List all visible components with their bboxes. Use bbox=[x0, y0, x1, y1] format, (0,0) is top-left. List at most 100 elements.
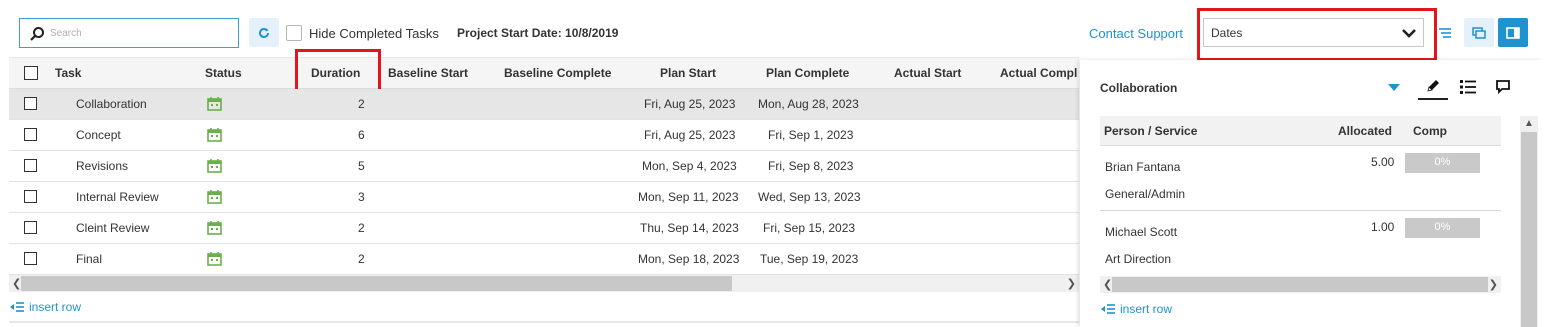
column-header-complete: Comp bbox=[1413, 124, 1447, 138]
insert-row-label: insert row bbox=[29, 300, 82, 314]
row-checkbox[interactable] bbox=[24, 221, 37, 234]
column-header-actual-complete[interactable]: Actual Compl bbox=[1000, 66, 1077, 80]
duration-cell[interactable]: 5 bbox=[358, 159, 365, 173]
column-header-baseline-start[interactable]: Baseline Start bbox=[388, 66, 468, 80]
refresh-button[interactable] bbox=[249, 18, 279, 47]
completion-value: 0% bbox=[1434, 156, 1451, 168]
grid-header: Task Status Duration Baseline Start Base… bbox=[9, 57, 1079, 89]
plan-complete-cell[interactable]: Fri, Sep 15, 2023 bbox=[763, 221, 855, 235]
filter-button[interactable] bbox=[1430, 18, 1460, 47]
table-row[interactable]: Collaboration 2 Fri, Aug 25, 2023 Mon, A… bbox=[9, 89, 1079, 120]
duration-cell[interactable]: 3 bbox=[358, 190, 365, 204]
plan-complete-cell[interactable]: Tue, Sep 19, 2023 bbox=[760, 252, 858, 266]
service-name: General/Admin bbox=[1105, 187, 1186, 201]
panel-title: Collaboration bbox=[1100, 81, 1178, 95]
task-name[interactable]: Cleint Review bbox=[76, 221, 149, 235]
panel-icon bbox=[1506, 26, 1520, 39]
tab-comments[interactable] bbox=[1488, 74, 1518, 100]
tab-list[interactable] bbox=[1453, 74, 1483, 100]
person-name: Michael Scott bbox=[1105, 225, 1178, 239]
search-field[interactable] bbox=[19, 18, 239, 48]
task-name[interactable]: Internal Review bbox=[76, 190, 159, 204]
tab-edit[interactable] bbox=[1418, 74, 1448, 100]
project-start-date: Project Start Date: 10/8/2019 bbox=[457, 26, 619, 40]
service-name: Art Direction bbox=[1105, 252, 1172, 266]
hide-completed-label: Hide Completed Tasks bbox=[309, 26, 439, 41]
task-name[interactable]: Final bbox=[76, 252, 102, 266]
column-header-status[interactable]: Status bbox=[205, 66, 242, 80]
plan-start-cell[interactable]: Thu, Sep 14, 2023 bbox=[640, 221, 739, 235]
windows-icon bbox=[1472, 26, 1486, 39]
panel-vertical-scrollbar[interactable]: ▲ bbox=[1520, 116, 1538, 327]
row-checkbox[interactable] bbox=[24, 190, 37, 203]
select-all-checkbox[interactable] bbox=[24, 66, 38, 80]
table-row[interactable]: Cleint Review 2 Thu, Sep 14, 2023 Fri, S… bbox=[9, 213, 1079, 244]
column-header-actual-start[interactable]: Actual Start bbox=[894, 66, 961, 80]
allocation-table-header: Person / Service Allocated Comp bbox=[1100, 116, 1501, 146]
plan-complete-cell[interactable]: Mon, Aug 28, 2023 bbox=[758, 97, 859, 111]
hide-completed-checkbox[interactable] bbox=[286, 25, 302, 41]
search-input[interactable] bbox=[50, 23, 230, 43]
plan-start-cell[interactable]: Mon, Sep 11, 2023 bbox=[638, 190, 739, 204]
plan-complete-cell[interactable]: Fri, Sep 1, 2023 bbox=[768, 128, 853, 142]
contact-support-link[interactable]: Contact Support bbox=[1089, 26, 1183, 41]
scroll-right-icon[interactable]: ❯ bbox=[1489, 278, 1498, 291]
row-checkbox[interactable] bbox=[24, 97, 37, 110]
column-header-person: Person / Service bbox=[1104, 124, 1198, 138]
divider bbox=[9, 321, 1079, 323]
duration-cell[interactable]: 2 bbox=[358, 97, 365, 111]
table-row[interactable]: Final 2 Mon, Sep 18, 2023 Tue, Sep 19, 2… bbox=[9, 244, 1079, 275]
row-checkbox[interactable] bbox=[24, 128, 37, 141]
side-panel-toggle-button[interactable] bbox=[1498, 18, 1528, 47]
scroll-left-icon[interactable]: ❮ bbox=[12, 277, 21, 290]
allocation-row[interactable]: Brian Fantana General/Admin 5.00 0% bbox=[1100, 147, 1501, 211]
allocated-value[interactable]: 1.00 bbox=[1371, 220, 1394, 234]
plan-start-cell[interactable]: Mon, Sep 4, 2023 bbox=[642, 159, 737, 173]
scroll-up-icon[interactable]: ▲ bbox=[1524, 118, 1534, 129]
plan-start-cell[interactable]: Fri, Aug 25, 2023 bbox=[644, 128, 735, 142]
scroll-left-icon[interactable]: ❮ bbox=[1103, 278, 1112, 291]
plan-complete-cell[interactable]: Fri, Sep 8, 2023 bbox=[768, 159, 853, 173]
column-header-plan-start[interactable]: Plan Start bbox=[660, 66, 716, 80]
allocated-value[interactable]: 5.00 bbox=[1371, 155, 1394, 169]
row-checkbox[interactable] bbox=[24, 159, 37, 172]
calendar-status-icon bbox=[207, 97, 222, 111]
scrollbar-thumb[interactable] bbox=[1112, 277, 1488, 292]
calendar-status-icon bbox=[207, 128, 222, 142]
comment-icon bbox=[1496, 80, 1510, 95]
completion-value: 0% bbox=[1434, 221, 1451, 233]
row-checkbox[interactable] bbox=[24, 252, 37, 265]
plan-start-cell[interactable]: Mon, Sep 18, 2023 bbox=[638, 252, 739, 266]
person-name: Brian Fantana bbox=[1105, 160, 1181, 174]
scroll-right-icon[interactable]: ❯ bbox=[1067, 277, 1076, 290]
highlight-box-dates bbox=[1197, 8, 1437, 61]
plan-start-cell[interactable]: Fri, Aug 25, 2023 bbox=[644, 97, 735, 111]
scrollbar-thumb[interactable] bbox=[1521, 132, 1537, 327]
task-name[interactable]: Concept bbox=[76, 128, 121, 142]
task-name[interactable]: Revisions bbox=[76, 159, 128, 173]
plan-complete-cell[interactable]: Wed, Sep 13, 2023 bbox=[758, 190, 861, 204]
completion-bar: 0% bbox=[1405, 218, 1480, 238]
column-header-task[interactable]: Task bbox=[55, 66, 81, 80]
task-detail-panel: Collaboration Person / Service Allocated… bbox=[1080, 60, 1544, 327]
list-icon bbox=[1460, 80, 1476, 94]
column-header-baseline-complete[interactable]: Baseline Complete bbox=[504, 66, 611, 80]
panel-insert-row-link[interactable]: insert row bbox=[1100, 302, 1172, 316]
table-row[interactable]: Revisions 5 Mon, Sep 4, 2023 Fri, Sep 8,… bbox=[9, 151, 1079, 182]
grid-horizontal-scrollbar[interactable]: ❮ ❯ bbox=[9, 275, 1079, 292]
insert-row-label: insert row bbox=[1120, 302, 1173, 316]
duration-cell[interactable]: 2 bbox=[358, 221, 365, 235]
duration-cell[interactable]: 6 bbox=[358, 128, 365, 142]
table-row[interactable]: Concept 6 Fri, Aug 25, 2023 Fri, Sep 1, … bbox=[9, 120, 1079, 151]
scrollbar-thumb[interactable] bbox=[21, 276, 732, 291]
caret-down-icon[interactable] bbox=[1388, 84, 1400, 91]
pencil-icon bbox=[1427, 80, 1439, 92]
task-name[interactable]: Collaboration bbox=[76, 97, 147, 111]
duration-cell[interactable]: 2 bbox=[358, 252, 365, 266]
table-row[interactable]: Internal Review 3 Mon, Sep 11, 2023 Wed,… bbox=[9, 182, 1079, 213]
column-header-plan-complete[interactable]: Plan Complete bbox=[766, 66, 849, 80]
grid-insert-row-link[interactable]: insert row bbox=[9, 300, 81, 314]
allocation-row[interactable]: Michael Scott Art Direction 1.00 0% bbox=[1100, 212, 1501, 276]
panel-horizontal-scrollbar[interactable]: ❮ ❯ bbox=[1100, 276, 1501, 293]
popout-button[interactable] bbox=[1464, 18, 1494, 47]
